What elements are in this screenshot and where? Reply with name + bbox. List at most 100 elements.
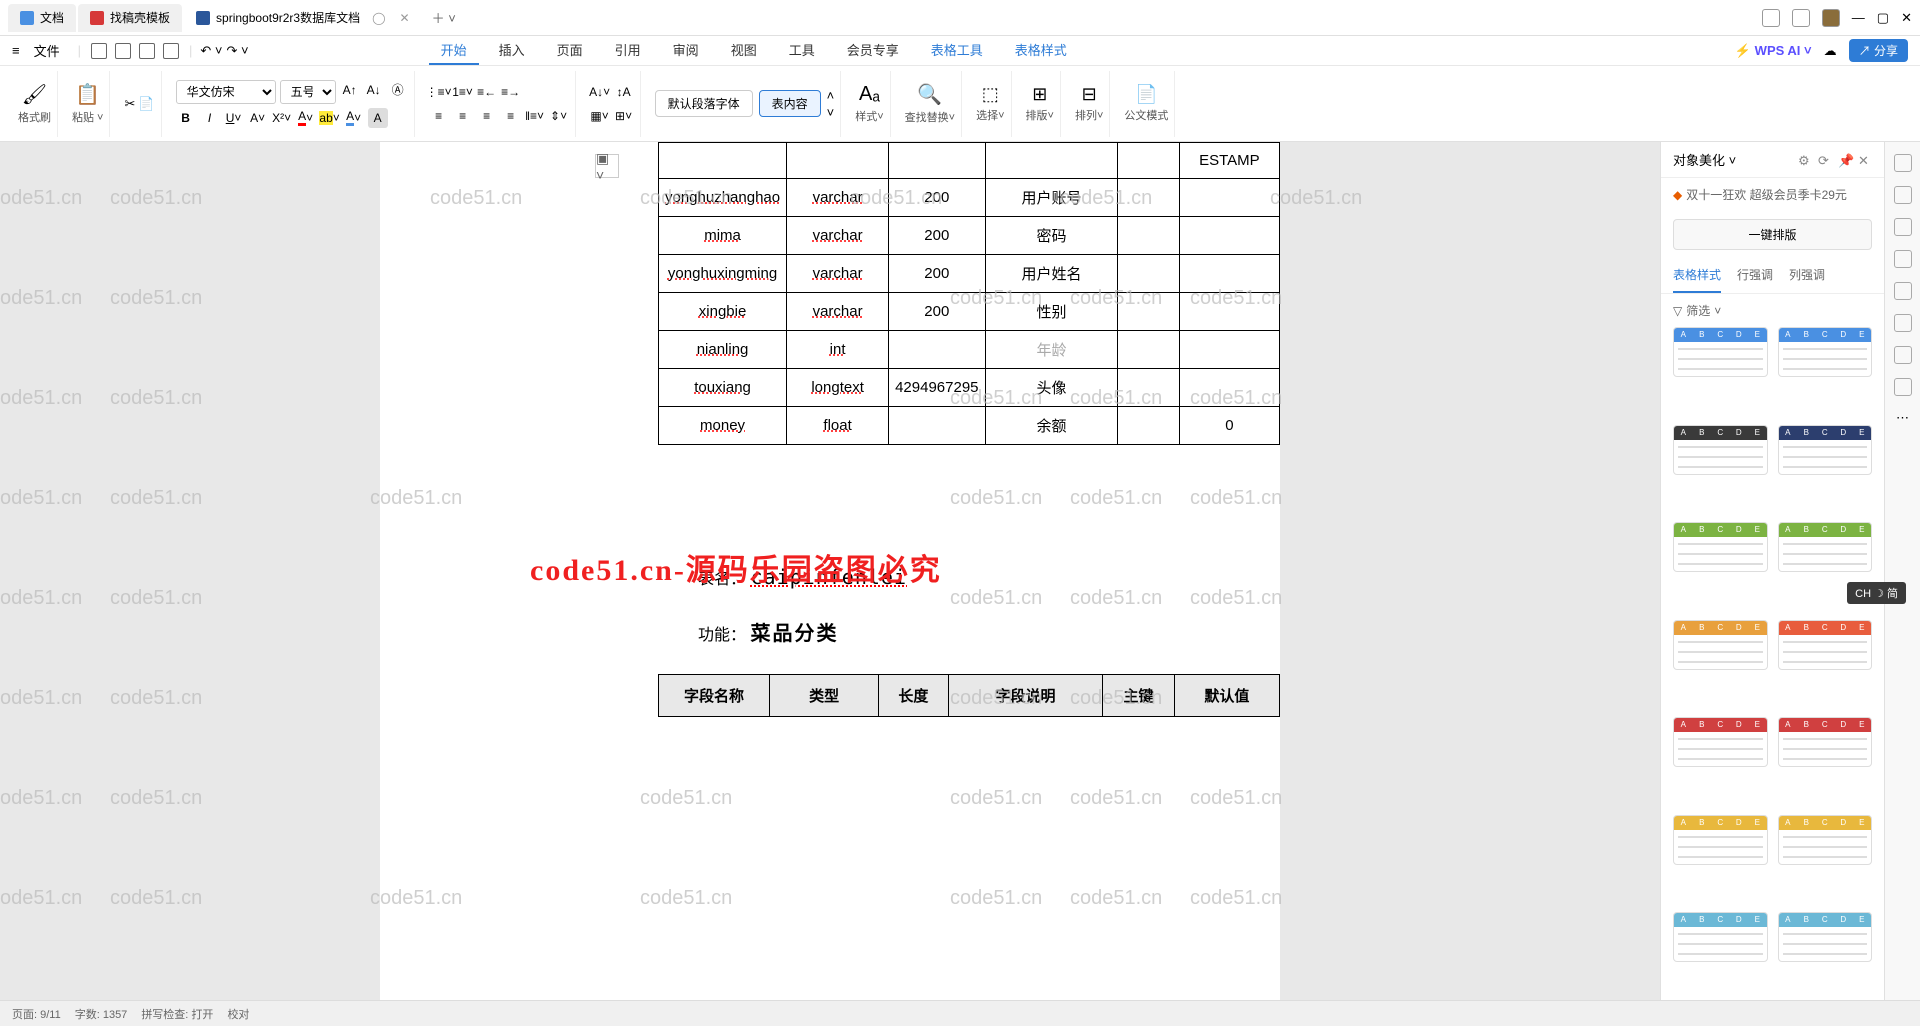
rb-icon-8[interactable] xyxy=(1894,378,1912,396)
style-card[interactable]: ABCDE xyxy=(1778,815,1873,865)
align-left-icon[interactable]: ≡ xyxy=(429,106,449,126)
tab-add[interactable]: ＋ ˅ xyxy=(424,8,464,27)
sidebar-pin-icon[interactable]: 📌 xyxy=(1838,153,1852,167)
style-card[interactable]: ABCDE xyxy=(1778,620,1873,670)
side-tab-col[interactable]: 列强调 xyxy=(1789,258,1825,293)
side-tab-tablestyle[interactable]: 表格样式 xyxy=(1673,258,1721,293)
search-icon[interactable]: 🔍 xyxy=(917,82,942,107)
menu-tab-view[interactable]: 视图 xyxy=(719,36,769,65)
tab-template[interactable]: 找稿壳模板 xyxy=(78,4,182,32)
undo-icon[interactable]: ↶ ˅ xyxy=(200,43,222,59)
sidebar-setting-icon[interactable]: ⚙ xyxy=(1798,153,1812,167)
styles-icon[interactable]: Aₐ xyxy=(859,83,880,106)
textfill-icon[interactable]: A˅ xyxy=(344,108,364,128)
menu-tab-tabletools[interactable]: 表格工具 xyxy=(919,36,995,65)
shrink-font-icon[interactable]: A↓ xyxy=(364,80,384,100)
style-card[interactable]: ABCDE xyxy=(1673,425,1768,475)
close-icon[interactable]: ✕ xyxy=(400,11,410,25)
menu-tab-ref[interactable]: 引用 xyxy=(603,36,653,65)
share-button[interactable]: ↗ 分享 xyxy=(1849,39,1908,62)
font-color-icon[interactable]: A˅ xyxy=(296,108,316,128)
rb-icon-2[interactable] xyxy=(1894,186,1912,204)
style-down-icon[interactable]: ˅ xyxy=(827,105,835,120)
line-spacing-icon[interactable]: ‖≡˅ xyxy=(525,106,545,126)
style-card[interactable]: ABCDE xyxy=(1673,620,1768,670)
data-table-1[interactable]: ESTAMPyonghuzhanghaovarchar200用户账号mimava… xyxy=(658,142,1280,445)
style-card[interactable]: ABCDE xyxy=(1778,425,1873,475)
status-proof[interactable]: 校对 xyxy=(227,1006,249,1022)
menu-tab-tools[interactable]: 工具 xyxy=(777,36,827,65)
cloud-icon[interactable]: ☁ xyxy=(1824,43,1837,59)
align-center-icon[interactable]: ≡ xyxy=(453,106,473,126)
official-icon[interactable]: 📄 xyxy=(1135,84,1157,105)
preview-icon[interactable] xyxy=(139,43,155,59)
menu-tab-tablestyle[interactable]: 表格样式 xyxy=(1003,36,1079,65)
copy-icon[interactable]: 📄 xyxy=(138,96,154,112)
rb-more-icon[interactable]: ⋯ xyxy=(1896,410,1909,426)
font-name-select[interactable]: 华文仿宋 xyxy=(176,80,276,104)
clear-format-icon[interactable]: Ⓐ xyxy=(388,80,408,100)
highlight-icon[interactable]: ab˅ xyxy=(320,108,340,128)
redo-icon[interactable]: ↷ ˅ xyxy=(227,43,249,59)
save-icon[interactable] xyxy=(91,43,107,59)
win-btn2[interactable] xyxy=(1792,9,1810,27)
indent-dec-icon[interactable]: ≡← xyxy=(477,82,497,102)
style-card[interactable]: ABCDE xyxy=(1778,522,1873,572)
style-up-icon[interactable]: ˄ xyxy=(827,88,835,103)
list-number-icon[interactable]: 1≡˅ xyxy=(453,82,473,102)
style-card[interactable]: ABCDE xyxy=(1673,912,1768,962)
cut-icon[interactable]: ✂ xyxy=(124,96,135,112)
style-card[interactable]: ABCDE xyxy=(1673,717,1768,767)
para-default[interactable]: 默认段落字体 xyxy=(655,90,753,117)
rb-icon-5[interactable] xyxy=(1894,282,1912,300)
win-btn1[interactable] xyxy=(1762,9,1780,27)
paste-icon[interactable]: 📋 xyxy=(75,82,100,107)
rb-icon-4[interactable] xyxy=(1894,250,1912,268)
indent-inc-icon[interactable]: ≡→ xyxy=(501,82,521,102)
maximize-icon[interactable]: ▢ xyxy=(1877,10,1889,26)
style-card[interactable]: ABCDE xyxy=(1778,717,1873,767)
outline-button[interactable]: ▣ ˅ xyxy=(595,154,619,178)
style-card[interactable]: ABCDE xyxy=(1778,912,1873,962)
rb-icon-3[interactable] xyxy=(1894,218,1912,236)
sidebar-refresh-icon[interactable]: ⟳ xyxy=(1818,153,1832,167)
style-card[interactable]: ABCDE xyxy=(1778,327,1873,377)
status-words[interactable]: 字数: 1357 xyxy=(75,1006,128,1022)
tab-doc[interactable]: 文档 xyxy=(8,4,76,32)
char-shading-icon[interactable]: A xyxy=(368,108,388,128)
font-size-select[interactable]: 五号 xyxy=(280,80,336,104)
para-content[interactable]: 表内容 xyxy=(759,90,821,117)
promo-banner[interactable]: ◆双十一狂欢 超级会员季卡29元 xyxy=(1661,178,1884,211)
auto-layout-button[interactable]: 一键排版 xyxy=(1673,219,1872,250)
menu-tab-page[interactable]: 页面 xyxy=(545,36,595,65)
win-profile[interactable] xyxy=(1822,9,1840,27)
rb-icon-6[interactable] xyxy=(1894,314,1912,332)
close-window-icon[interactable]: ✕ xyxy=(1901,10,1912,26)
text-dir-icon[interactable]: A↓˅ xyxy=(590,82,610,102)
print-icon[interactable] xyxy=(115,43,131,59)
style-card[interactable]: ABCDE xyxy=(1673,522,1768,572)
align-right-icon[interactable]: ≡ xyxy=(477,106,497,126)
strikethrough-icon[interactable]: A˅ xyxy=(248,108,268,128)
menu-file[interactable]: 文件 xyxy=(24,37,70,64)
menu-tab-review[interactable]: 审阅 xyxy=(661,36,711,65)
italic-icon[interactable]: I xyxy=(200,108,220,128)
status-spell[interactable]: 拼写检查: 打开 xyxy=(141,1006,213,1022)
select-icon[interactable]: ⬚ xyxy=(982,84,999,105)
minimize-icon[interactable]: — xyxy=(1852,10,1865,25)
sort-icon[interactable]: ↕A xyxy=(614,82,634,102)
filter-row[interactable]: ▽筛选 ˅ xyxy=(1661,294,1884,327)
format-brush-icon[interactable]: 🖌 xyxy=(22,82,47,107)
tab-active[interactable]: springboot9r2r3数据库文档◯✕ xyxy=(184,4,422,32)
grow-font-icon[interactable]: A↑ xyxy=(340,80,360,100)
canvas[interactable]: ▣ ˅ ESTAMPyonghuzhanghaovarchar200用户账号mi… xyxy=(0,142,1660,1000)
menu-hamburger-icon[interactable]: ≡ xyxy=(12,43,20,58)
border-icon[interactable]: ⊞˅ xyxy=(614,106,634,126)
status-page[interactable]: 页面: 9/11 xyxy=(12,1006,61,1022)
menu-tab-start[interactable]: 开始 xyxy=(429,36,479,65)
bold-icon[interactable]: B xyxy=(176,108,196,128)
layoutv-icon[interactable]: ⊞ xyxy=(1032,84,1047,105)
rb-icon-1[interactable] xyxy=(1894,154,1912,172)
side-tab-row[interactable]: 行强调 xyxy=(1737,258,1773,293)
sidebar-close-icon[interactable]: ✕ xyxy=(1858,153,1872,167)
